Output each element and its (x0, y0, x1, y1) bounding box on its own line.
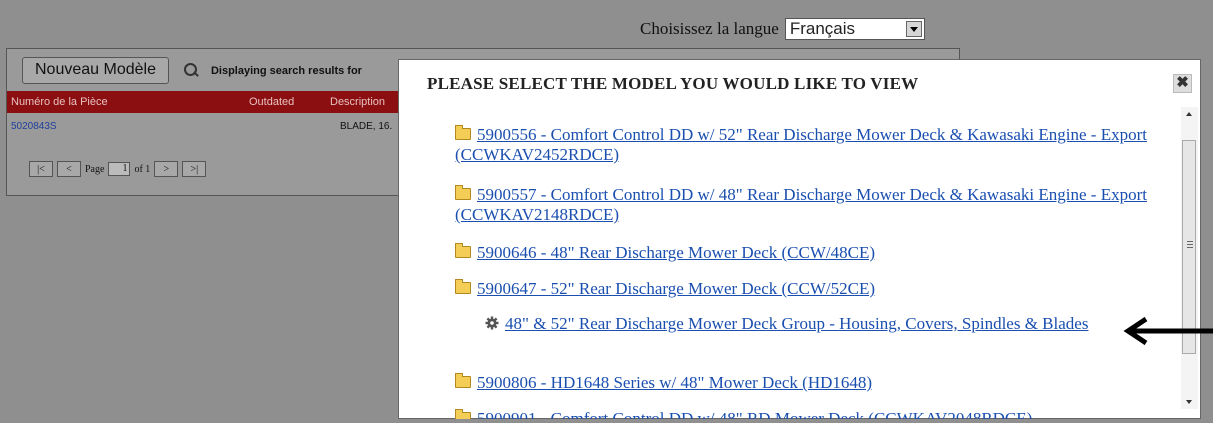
first-page-button[interactable]: |< (29, 161, 53, 177)
list-item[interactable]: 5900647 - 52" Rear Discharge Mower Deck … (455, 279, 1155, 299)
model-link[interactable]: 5900806 - HD1648 Series w/ 48" Mower Dec… (477, 373, 872, 392)
search-results-text: Displaying search results for (210, 64, 362, 77)
last-page-button[interactable]: >| (182, 161, 207, 177)
part-number-link[interactable]: 5020843S (11, 121, 57, 132)
page-input[interactable]: 1 (108, 162, 131, 176)
folder-icon (455, 125, 471, 140)
prev-page-button[interactable]: < (57, 161, 81, 177)
model-link[interactable]: 5900901 - Comfort Control DD w/ 48" RD M… (477, 409, 1032, 419)
language-selected: Français (789, 19, 855, 38)
model-link[interactable]: 5900646 - 48" Rear Discharge Mower Deck … (477, 243, 875, 262)
language-label: Choisissez la langue (640, 19, 779, 38)
list-item[interactable]: 5900557 - Comfort Control DD w/ 48" Rear… (455, 185, 1155, 225)
list-item[interactable]: 5900901 - Comfort Control DD w/ 48" RD M… (455, 409, 1155, 419)
model-list: 5900556 - Comfort Control DD w/ 52" Rear… (399, 107, 1179, 419)
folder-icon (455, 409, 471, 419)
page-label: Page (85, 163, 105, 175)
close-icon[interactable]: ✖ (1173, 74, 1192, 93)
column-outdated[interactable]: Outdated (249, 96, 294, 108)
page-of-label: of 1 (134, 163, 151, 175)
column-description[interactable]: Description (330, 96, 385, 108)
language-select[interactable]: Français (784, 18, 925, 40)
list-item[interactable]: 5900806 - HD1648 Series w/ 48" Mower Dec… (455, 373, 1155, 393)
folder-icon (455, 279, 471, 294)
folder-icon (455, 243, 471, 258)
scrollbar[interactable] (1181, 107, 1198, 409)
next-page-button[interactable]: > (154, 161, 179, 177)
folder-icon (455, 373, 471, 388)
model-link[interactable]: 48" & 52" Rear Discharge Mower Deck Grou… (505, 314, 1088, 333)
search-icon[interactable] (181, 62, 199, 80)
pointer-arrow-icon (1123, 316, 1213, 346)
language-chooser: Choisissez la langue Français (640, 18, 925, 40)
scroll-up-icon[interactable] (1181, 107, 1198, 121)
list-item[interactable]: 48" & 52" Rear Discharge Mower Deck Grou… (485, 314, 1125, 334)
column-part-number[interactable]: Numéro de la Pièce (11, 96, 108, 108)
chevron-down-icon[interactable] (905, 21, 922, 37)
part-description: BLADE, 16. (340, 121, 393, 132)
folder-icon (455, 185, 471, 200)
model-link[interactable]: 5900556 - Comfort Control DD w/ 52" Rear… (455, 125, 1147, 164)
new-model-button[interactable]: Nouveau Modèle (22, 57, 169, 84)
list-item[interactable]: 5900646 - 48" Rear Discharge Mower Deck … (455, 243, 1155, 263)
model-link[interactable]: 5900557 - Comfort Control DD w/ 48" Rear… (455, 185, 1147, 224)
model-select-dialog: PLEASE SELECT THE MODEL YOU WOULD LIKE T… (398, 59, 1201, 419)
toolbar: Nouveau Modèle Displaying search results… (22, 57, 362, 84)
list-item[interactable]: 5900556 - Comfort Control DD w/ 52" Rear… (455, 125, 1155, 165)
gear-icon (485, 316, 499, 330)
dialog-title: PLEASE SELECT THE MODEL YOU WOULD LIKE T… (427, 74, 919, 93)
pager: |< < Page 1 of 1 > >| (29, 161, 207, 177)
model-link[interactable]: 5900647 - 52" Rear Discharge Mower Deck … (477, 279, 875, 298)
scroll-down-icon[interactable] (1181, 395, 1198, 409)
